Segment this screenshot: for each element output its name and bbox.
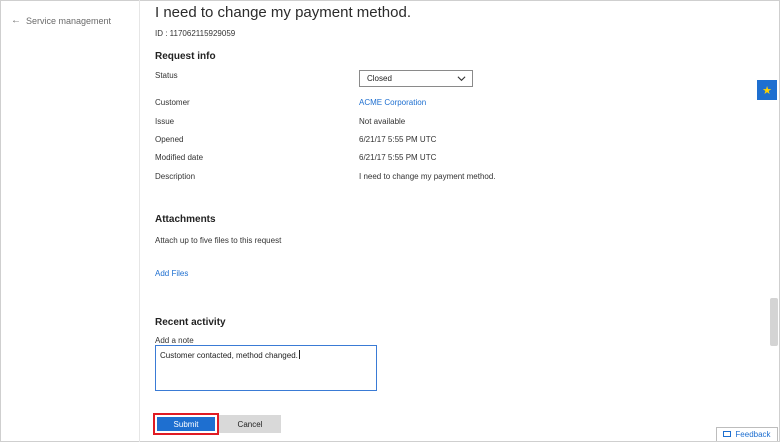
back-link-label: Service management bbox=[26, 16, 112, 26]
favorites-tab[interactable]: ★ bbox=[757, 80, 777, 100]
attachments-hint: Attach up to five files to this request bbox=[155, 236, 282, 245]
customer-link[interactable]: ACME Corporation bbox=[359, 98, 426, 107]
customer-label: Customer bbox=[155, 98, 190, 107]
issue-value: Not available bbox=[359, 117, 406, 126]
modified-value: 6/21/17 5:55 PM UTC bbox=[359, 153, 437, 162]
issue-label: Issue bbox=[155, 117, 175, 126]
feedback-icon bbox=[723, 431, 732, 437]
opened-label: Opened bbox=[155, 135, 184, 144]
add-files-link[interactable]: Add Files bbox=[155, 269, 188, 278]
cancel-button[interactable]: Cancel bbox=[219, 415, 281, 433]
recent-activity-heading: Recent activity bbox=[155, 317, 226, 328]
opened-value: 6/21/17 5:55 PM UTC bbox=[359, 135, 437, 144]
left-nav-pane: ← Service management bbox=[0, 0, 140, 442]
back-link[interactable]: ← Service management bbox=[11, 15, 112, 27]
feedback-label: Feedback bbox=[735, 430, 771, 439]
note-label: Add a note bbox=[155, 336, 194, 345]
note-textarea[interactable]: Customer contacted, method changed. bbox=[155, 345, 377, 391]
scrollbar-thumb[interactable] bbox=[770, 298, 778, 346]
chevron-down-icon bbox=[457, 76, 466, 82]
arrow-left-icon: ← bbox=[11, 15, 21, 26]
feedback-button[interactable]: Feedback bbox=[716, 427, 778, 441]
description-value: I need to change my payment method. bbox=[359, 172, 496, 181]
request-id: ID : 117062115929059 bbox=[155, 29, 236, 38]
status-label: Status bbox=[155, 71, 178, 80]
status-select-value: Closed bbox=[367, 74, 392, 83]
note-text: Customer contacted, method changed. bbox=[160, 351, 298, 360]
star-icon: ★ bbox=[762, 84, 772, 97]
attachments-heading: Attachments bbox=[155, 214, 216, 225]
modified-label: Modified date bbox=[155, 153, 204, 162]
request-info-heading: Request info bbox=[155, 51, 216, 62]
description-label: Description bbox=[155, 172, 196, 181]
status-select[interactable]: Closed bbox=[359, 70, 473, 87]
submit-highlight: Submit bbox=[153, 413, 219, 435]
page-title: I need to change my payment method. bbox=[155, 4, 411, 21]
submit-button[interactable]: Submit bbox=[157, 417, 215, 431]
text-caret bbox=[298, 350, 300, 359]
